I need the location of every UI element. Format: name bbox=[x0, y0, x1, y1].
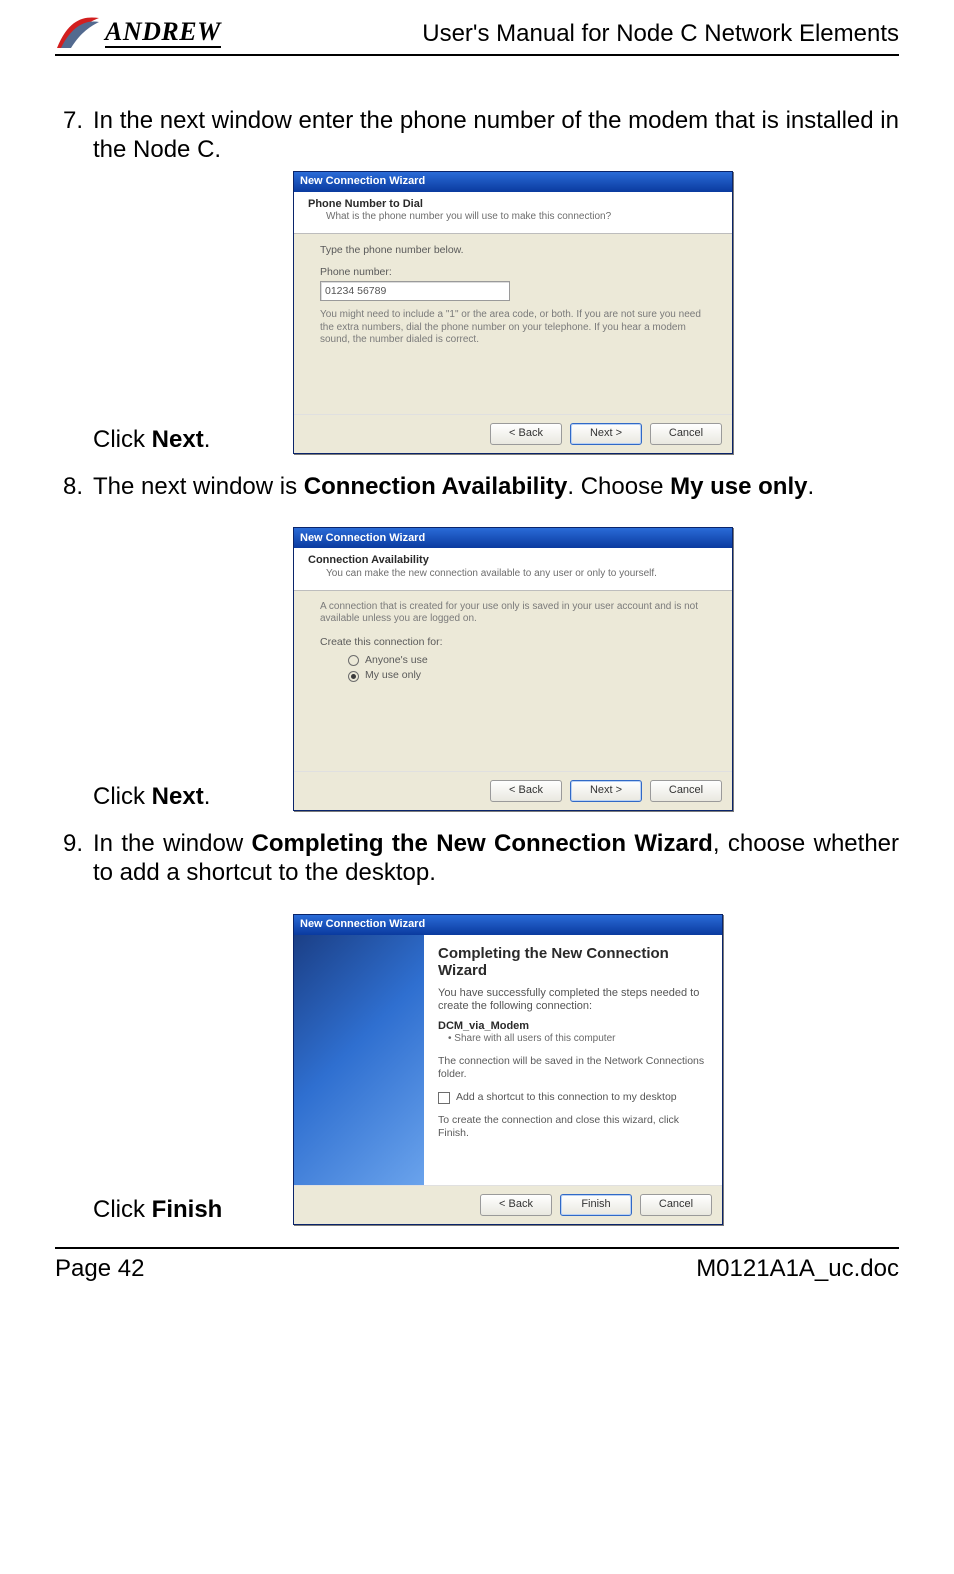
wizard-titlebar: New Connection Wizard bbox=[294, 172, 732, 192]
logo: ANDREW bbox=[55, 14, 221, 52]
content: 7. In the next window enter the phone nu… bbox=[55, 106, 899, 1225]
wizard-connection-availability: New Connection Wizard Connection Availab… bbox=[293, 527, 733, 811]
wizard-footer: < Back Next > Cancel bbox=[294, 414, 732, 453]
click-suffix: . bbox=[204, 783, 211, 810]
back-button[interactable]: < Back bbox=[490, 780, 562, 802]
wizard-subheading: What is the phone number you will use to… bbox=[308, 211, 718, 223]
connection-name: DCM_via_Modem bbox=[438, 1020, 708, 1033]
step-text: The next window is Connection Availabili… bbox=[93, 472, 899, 501]
complete-line3: To create the connection and close this … bbox=[438, 1114, 708, 1140]
wizard-header: Phone Number to Dial What is the phone n… bbox=[294, 192, 732, 235]
complete-line1: You have successfully completed the step… bbox=[438, 987, 708, 1014]
click-button-name: Finish bbox=[152, 1196, 223, 1223]
step-9: 9. In the window Completing the New Conn… bbox=[55, 829, 899, 1225]
radio-icon bbox=[348, 655, 359, 666]
t-bold: Connection Availability bbox=[304, 473, 568, 500]
checkbox-label: Add a shortcut to this connection to my … bbox=[456, 1091, 677, 1104]
cancel-button[interactable]: Cancel bbox=[650, 423, 722, 445]
phone-hint: You might need to include a "1" or the a… bbox=[320, 309, 706, 347]
t: In the window bbox=[93, 830, 252, 857]
wizard-body: Type the phone number below. Phone numbe… bbox=[294, 234, 732, 414]
wizard-complete-title: Completing the New Connection Wizard bbox=[438, 945, 708, 980]
finish-button[interactable]: Finish bbox=[560, 1194, 632, 1216]
click-prefix: Click bbox=[93, 426, 152, 453]
back-button[interactable]: < Back bbox=[480, 1194, 552, 1216]
phone-number-label: Phone number: bbox=[320, 266, 706, 280]
wizard-footer: < Back Finish Cancel bbox=[294, 1185, 722, 1224]
connection-detail: • Share with all users of this computer bbox=[438, 1033, 708, 1045]
doc-filename: M0121A1A_uc.doc bbox=[696, 1255, 899, 1283]
wizard-side-graphic bbox=[294, 935, 424, 1185]
availability-intro: A connection that is created for your us… bbox=[320, 601, 706, 626]
click-button-name: Next bbox=[152, 426, 204, 453]
t: . Choose bbox=[567, 473, 670, 500]
radio-anyone[interactable]: Anyone's use bbox=[348, 654, 706, 668]
radio-label: Anyone's use bbox=[365, 654, 428, 668]
next-button[interactable]: Next > bbox=[570, 780, 642, 802]
click-button-name: Next bbox=[152, 783, 204, 810]
back-button[interactable]: < Back bbox=[490, 423, 562, 445]
t-bold: Completing the New Connection Wizard bbox=[252, 830, 713, 857]
step-8: 8. The next window is Connection Availab… bbox=[55, 472, 899, 811]
radio-group: Anyone's use My use only bbox=[320, 654, 706, 683]
step-7: 7. In the next window enter the phone nu… bbox=[55, 106, 899, 454]
click-prefix: Click bbox=[93, 783, 152, 810]
page-number: Page 42 bbox=[55, 1255, 144, 1283]
wizard-body: A connection that is created for your us… bbox=[294, 591, 732, 771]
complete-line2: The connection will be saved in the Netw… bbox=[438, 1055, 708, 1081]
type-phone-label: Type the phone number below. bbox=[320, 244, 706, 258]
radio-label: My use only bbox=[365, 669, 421, 683]
cancel-button[interactable]: Cancel bbox=[640, 1194, 712, 1216]
wizard-body: Completing the New Connection Wizard You… bbox=[294, 935, 722, 1185]
step-number: 7. bbox=[55, 106, 93, 454]
wizard-titlebar: New Connection Wizard bbox=[294, 528, 732, 548]
andrew-swoosh-icon bbox=[55, 14, 101, 52]
create-for-label: Create this connection for: bbox=[320, 636, 706, 650]
checkbox-icon bbox=[438, 1092, 450, 1104]
wizard-main: Completing the New Connection Wizard You… bbox=[424, 935, 722, 1185]
wizard-heading: Connection Availability bbox=[308, 554, 718, 567]
cancel-button[interactable]: Cancel bbox=[650, 780, 722, 802]
click-prefix: Click bbox=[93, 1196, 152, 1223]
next-button[interactable]: Next > bbox=[570, 423, 642, 445]
step-number: 8. bbox=[55, 472, 93, 811]
t-bold: My use only bbox=[670, 473, 807, 500]
wizard-titlebar: New Connection Wizard bbox=[294, 915, 722, 935]
logo-text: ANDREW bbox=[105, 19, 221, 48]
radio-icon bbox=[348, 671, 359, 682]
page-footer: Page 42 M0121A1A_uc.doc bbox=[55, 1247, 899, 1283]
click-suffix: . bbox=[204, 426, 211, 453]
header-title: User's Manual for Node C Network Element… bbox=[422, 20, 899, 48]
step-text: In the window Completing the New Connect… bbox=[93, 829, 899, 888]
shortcut-checkbox[interactable]: Add a shortcut to this connection to my … bbox=[438, 1091, 708, 1104]
wizard-subheading: You can make the new connection availabl… bbox=[308, 568, 718, 580]
phone-number-input[interactable]: 01234 56789 bbox=[320, 281, 510, 301]
document-page: ANDREW User's Manual for Node C Network … bbox=[0, 0, 954, 1293]
step-number: 9. bbox=[55, 829, 93, 1225]
radio-my-use-only[interactable]: My use only bbox=[348, 669, 706, 683]
page-header: ANDREW User's Manual for Node C Network … bbox=[55, 14, 899, 56]
wizard-phone-number: New Connection Wizard Phone Number to Di… bbox=[293, 171, 733, 455]
wizard-completing: New Connection Wizard Completing the New… bbox=[293, 914, 723, 1225]
step-text: In the next window enter the phone numbe… bbox=[93, 106, 899, 165]
wizard-header: Connection Availability You can make the… bbox=[294, 548, 732, 591]
wizard-footer: < Back Next > Cancel bbox=[294, 771, 732, 810]
t: The next window is bbox=[93, 473, 304, 500]
t: . bbox=[807, 473, 814, 500]
wizard-heading: Phone Number to Dial bbox=[308, 198, 718, 211]
